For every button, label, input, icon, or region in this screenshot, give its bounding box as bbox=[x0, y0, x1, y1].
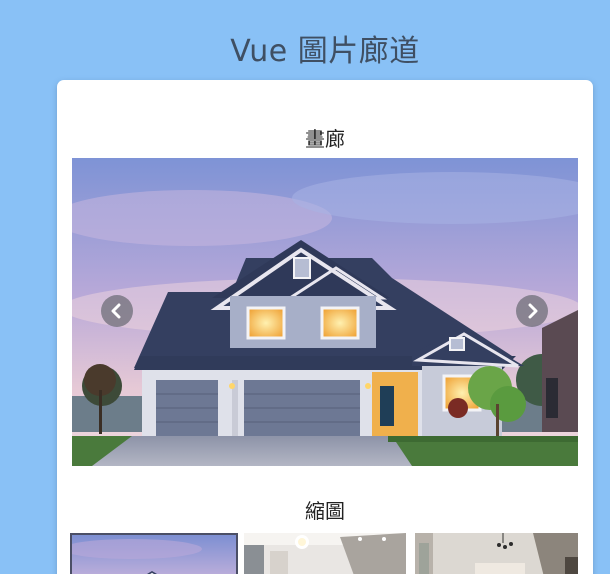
chevron-left-icon bbox=[111, 303, 121, 319]
thumbnail-living-room-image bbox=[415, 533, 578, 574]
gallery-card: 畫廊 縮圖 bbox=[57, 80, 593, 574]
thumbnails-title: 縮圖 bbox=[305, 499, 345, 523]
thumbnail-house[interactable] bbox=[70, 533, 238, 574]
thumbnail-house-image bbox=[72, 535, 236, 574]
next-photo-button[interactable] bbox=[516, 295, 548, 327]
main-photo bbox=[72, 158, 578, 466]
house-photo bbox=[72, 158, 578, 466]
chevron-right-icon bbox=[528, 303, 538, 319]
app-title: Vue 圖片廊道 bbox=[230, 34, 420, 69]
thumbnail-kitchen-image bbox=[244, 533, 406, 574]
thumbnail-kitchen[interactable] bbox=[244, 533, 406, 574]
previous-photo-button[interactable] bbox=[101, 295, 133, 327]
gallery-title: 畫廊 bbox=[305, 127, 345, 151]
thumbnail-living-room[interactable] bbox=[415, 533, 578, 574]
